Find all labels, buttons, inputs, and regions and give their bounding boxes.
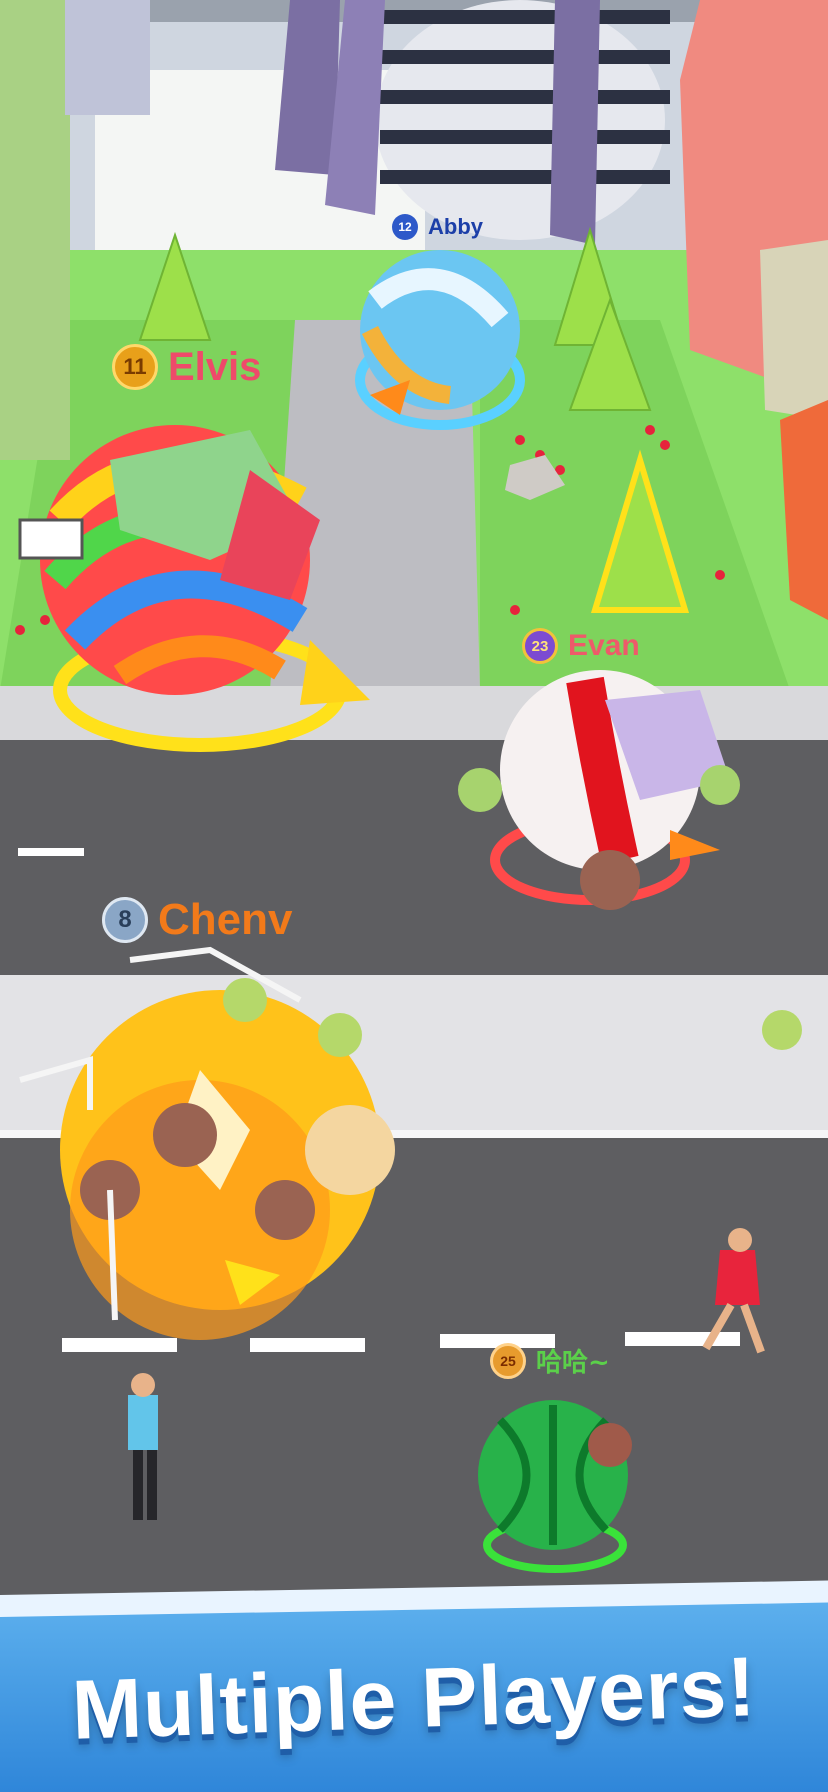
player-name: 哈哈~: [536, 1348, 610, 1378]
player-tag-evan: 23 Evan: [522, 628, 640, 664]
pedestrian-icon: [128, 1373, 158, 1520]
player-name: Abby: [428, 214, 483, 239]
debris: [762, 1010, 802, 1050]
ball-icon: [478, 1400, 632, 1573]
ball-icon: [19, 946, 395, 1340]
player-tag-elvis: 11 Elvis: [112, 344, 261, 390]
pedestrian-icon: [702, 1228, 765, 1354]
player-name: Elvis: [168, 344, 262, 389]
player-balls: [18, 250, 802, 1573]
rank-medal-icon: 23: [522, 628, 558, 664]
rank-medal-icon: 8: [102, 897, 148, 943]
player-tag-abby: 12 Abby: [392, 214, 483, 240]
game-scene[interactable]: 12 Abby 11 Elvis 23 Evan 8 Chenv 25 哈哈~: [0, 0, 828, 1610]
car-icon: [18, 518, 84, 560]
player-tag-haha: 25 哈哈~: [490, 1342, 610, 1379]
rank-medal-icon: 11: [112, 344, 158, 390]
player-name: Chenv: [158, 895, 293, 944]
rank-medal-icon: 12: [392, 214, 418, 240]
player-tag-chenv: 8 Chenv: [102, 895, 292, 945]
ball-icon: [458, 670, 740, 910]
rank-medal-icon: 25: [490, 1342, 526, 1379]
ball-icon: [355, 250, 525, 430]
player-name: Evan: [568, 629, 640, 662]
ball-icon: [18, 425, 370, 752]
